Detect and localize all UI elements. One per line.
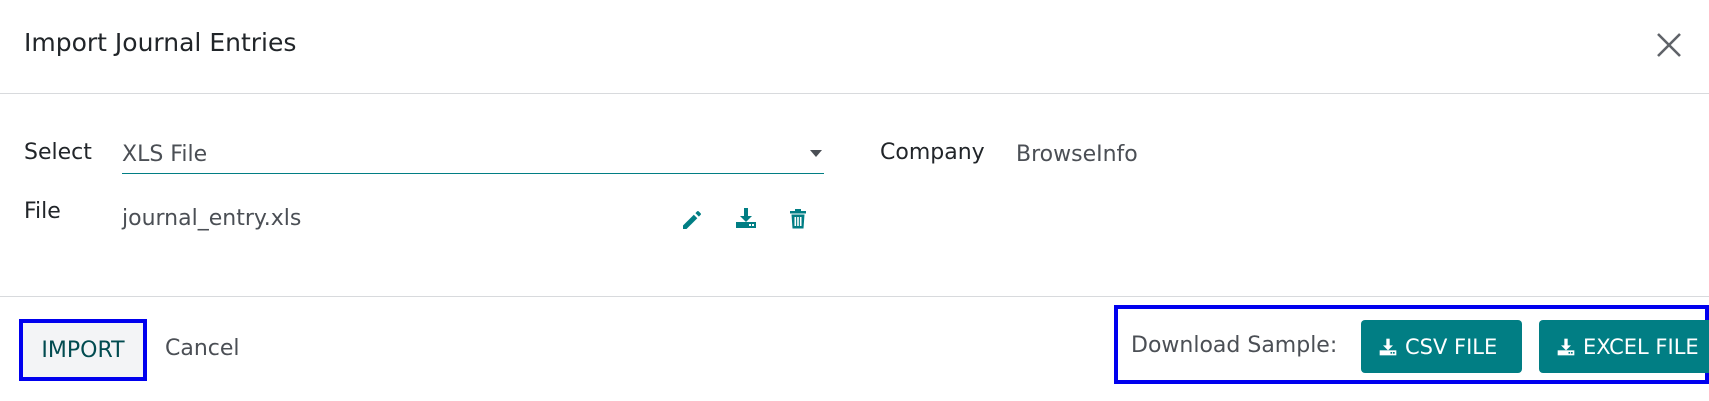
download-icon bbox=[1556, 337, 1576, 357]
company-label: Company bbox=[880, 140, 985, 165]
caret-down-icon bbox=[810, 150, 822, 157]
dialog-header: Import Journal Entries bbox=[0, 0, 1709, 94]
download-icon bbox=[1378, 337, 1398, 357]
company-value: BrowseInfo bbox=[1016, 142, 1138, 167]
dialog-title: Import Journal Entries bbox=[24, 28, 297, 57]
csv-file-button[interactable]: CSV FILE bbox=[1361, 320, 1522, 373]
cancel-button[interactable]: Cancel bbox=[165, 336, 240, 361]
close-icon[interactable] bbox=[1652, 28, 1686, 62]
import-dialog: Import Journal Entries Select XLS File F… bbox=[0, 0, 1709, 401]
csv-file-button-label: CSV FILE bbox=[1405, 334, 1498, 359]
import-button[interactable]: IMPORT bbox=[19, 319, 147, 381]
file-type-select[interactable]: XLS File bbox=[122, 138, 824, 174]
trash-icon[interactable] bbox=[786, 207, 810, 231]
excel-file-button-label: EXCEL FILE bbox=[1583, 334, 1699, 359]
select-label: Select bbox=[24, 140, 92, 165]
pencil-icon[interactable] bbox=[680, 208, 704, 232]
file-label: File bbox=[24, 199, 61, 224]
file-name: journal_entry.xls bbox=[122, 206, 302, 231]
file-type-select-value: XLS File bbox=[122, 142, 208, 167]
download-icon[interactable] bbox=[734, 206, 758, 230]
excel-file-button[interactable]: EXCEL FILE bbox=[1539, 320, 1709, 373]
import-button-label: IMPORT bbox=[41, 337, 125, 363]
download-sample-label: Download Sample: bbox=[1131, 333, 1338, 358]
